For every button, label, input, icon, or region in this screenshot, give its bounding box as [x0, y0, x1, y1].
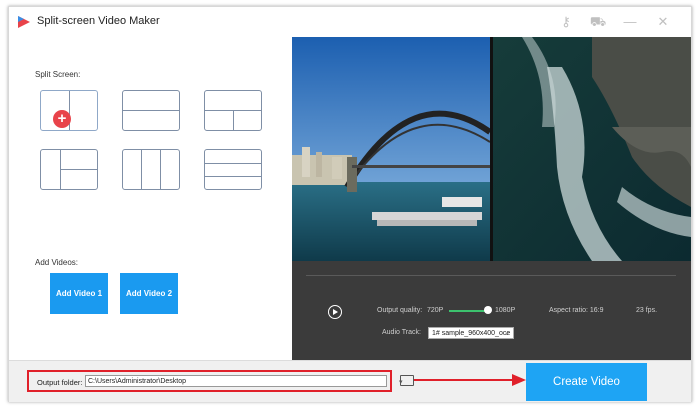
- quality-slider-track[interactable]: [449, 310, 487, 312]
- window-title: Split-screen Video Maker: [37, 15, 160, 27]
- audio-track-value: 1# sample_960x400_oce: [432, 330, 511, 337]
- add-video-2-button[interactable]: Add Video 2: [120, 273, 178, 314]
- key-icon[interactable]: ⚷: [557, 13, 575, 31]
- close-icon[interactable]: ✕: [654, 13, 672, 31]
- aspect-ratio-label: Aspect ratio: 16:9: [549, 307, 604, 314]
- output-folder-label: Output folder:: [37, 378, 83, 387]
- layout-three-vertical[interactable]: [122, 149, 180, 190]
- output-folder-highlight: Output folder: C:\Users\Administrator\De…: [27, 370, 403, 392]
- layout-two-vertical[interactable]: [40, 90, 98, 131]
- quality-min-label: 720P: [427, 307, 444, 314]
- video-preview: [292, 37, 691, 261]
- quality-max-label: 1080P: [495, 307, 516, 314]
- layout-three-horizontal[interactable]: [204, 149, 262, 190]
- fps-label: 23 fps.: [636, 307, 658, 314]
- chevron-down-icon: ⌄: [504, 330, 510, 337]
- layout-two-horizontal[interactable]: [122, 90, 180, 131]
- app-logo-icon: [18, 16, 30, 28]
- create-video-button[interactable]: Create Video: [526, 363, 647, 401]
- output-folder-input[interactable]: C:\Users\Administrator\Desktop: [85, 375, 387, 387]
- left-panel: Split Screen: + Add Videos: Add Video 1 …: [9, 37, 292, 360]
- output-quality-label: Output quality:: [377, 307, 423, 314]
- quality-slider-knob[interactable]: [484, 306, 492, 314]
- audio-track-select[interactable]: 1# sample_960x400_oce ⌄: [428, 327, 514, 339]
- timeline-divider: [306, 275, 676, 276]
- layout-left-right-split[interactable]: [40, 149, 98, 190]
- cart-icon[interactable]: ⛟: [589, 13, 607, 31]
- audio-track-label: Audio Track:: [382, 329, 421, 336]
- play-button[interactable]: [328, 305, 342, 319]
- title-bar: Split-screen Video Maker ⚷ ⛟ — ✕: [9, 7, 691, 37]
- controls-panel: Output quality: 720P 1080P Aspect ratio:…: [292, 261, 691, 360]
- add-icon[interactable]: +: [53, 110, 71, 128]
- add-video-1-button[interactable]: Add Video 1: [50, 273, 108, 314]
- bottom-bar: Output folder: C:\Users\Administrator\De…: [9, 360, 691, 402]
- layout-top-two-bottom[interactable]: [204, 90, 262, 131]
- split-screen-label: Split Screen:: [35, 70, 81, 79]
- minimize-icon[interactable]: —: [621, 13, 639, 31]
- add-videos-label: Add Videos:: [35, 258, 78, 267]
- preview-image: [292, 37, 691, 261]
- pointer-arrow: [414, 374, 526, 386]
- folder-icon[interactable]: [400, 375, 414, 386]
- app-window: Split-screen Video Maker ⚷ ⛟ — ✕ Split S…: [8, 6, 692, 402]
